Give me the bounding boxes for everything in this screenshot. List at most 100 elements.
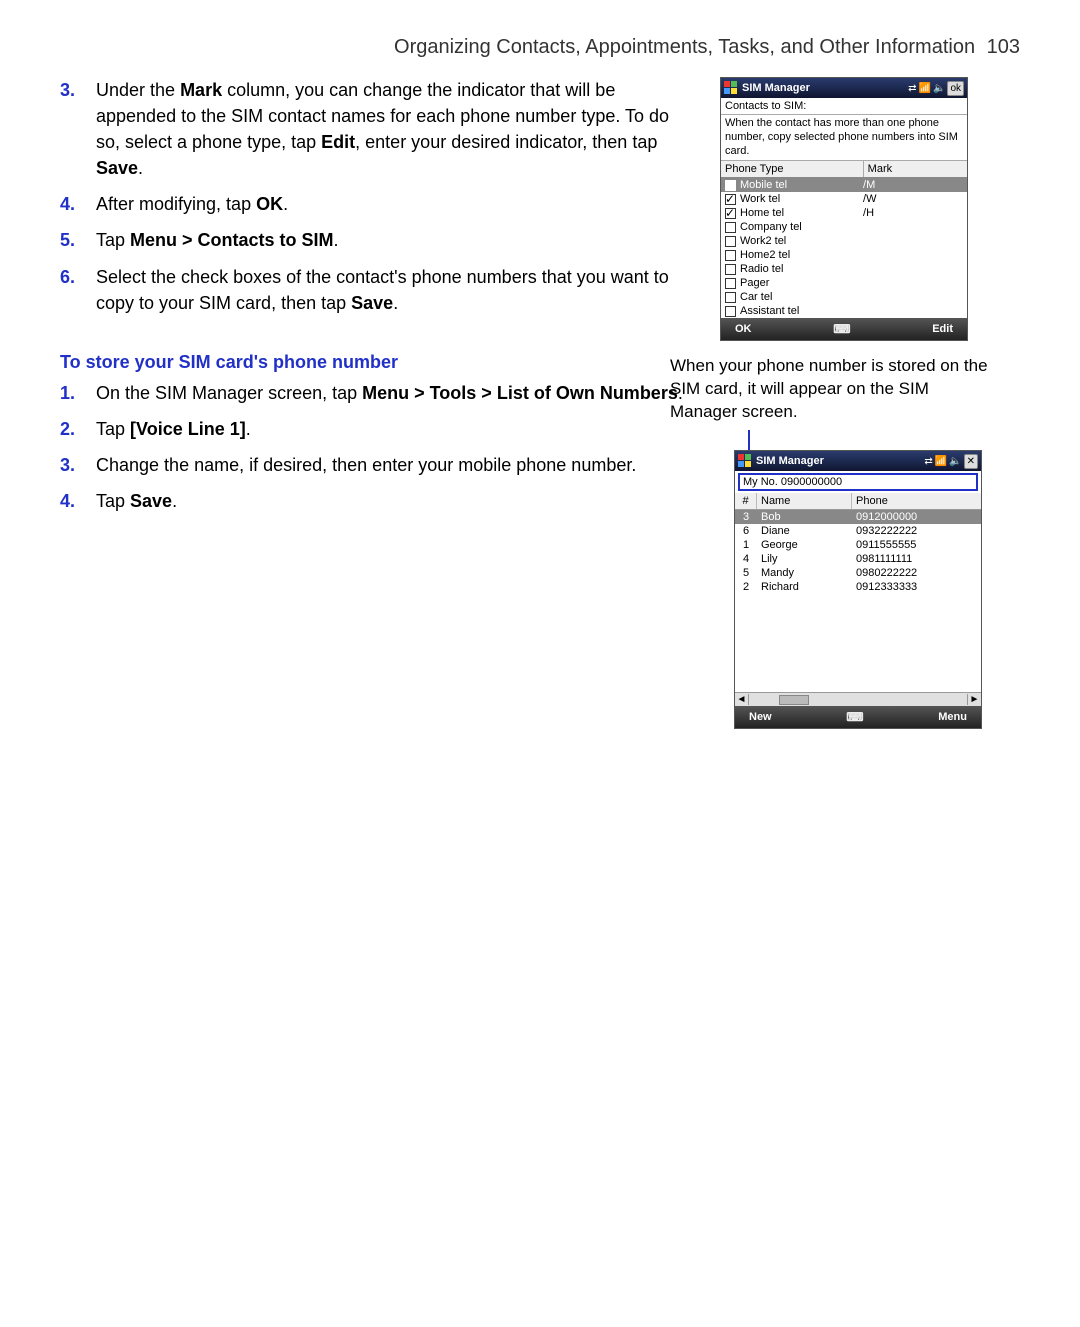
chapter-title: Organizing Contacts, Appointments, Tasks… bbox=[394, 36, 975, 58]
phone-type-label: Home tel bbox=[740, 207, 784, 219]
phone-type-row[interactable]: Mobile tel/M bbox=[721, 178, 967, 192]
checkbox[interactable] bbox=[725, 208, 736, 219]
softkey-left[interactable]: New bbox=[749, 711, 772, 723]
step-item: 5.Tap Menu > Contacts to SIM. bbox=[96, 227, 696, 253]
softkey-bar: New ⌨ Menu bbox=[735, 706, 981, 728]
windows-logo-icon bbox=[738, 454, 752, 468]
mark-value: /H bbox=[863, 207, 963, 219]
keyboard-icon[interactable]: ⌨ bbox=[833, 322, 850, 336]
phone-type-row[interactable]: Assistant tel bbox=[721, 304, 967, 318]
phone-type-label: Assistant tel bbox=[740, 305, 799, 317]
checkbox[interactable] bbox=[725, 222, 736, 233]
contact-name: Diane bbox=[757, 524, 852, 538]
contact-phone: 0981111111 bbox=[852, 552, 981, 566]
mark-value bbox=[863, 249, 963, 261]
phone-type-row[interactable]: Home tel/H bbox=[721, 206, 967, 220]
contact-name: Mandy bbox=[757, 566, 852, 580]
softkey-bar: OK ⌨ Edit bbox=[721, 318, 967, 340]
col-mark: Mark bbox=[864, 161, 967, 177]
phone-type-row[interactable]: Home2 tel bbox=[721, 248, 967, 262]
steps-list-b: 1.On the SIM Manager screen, tap Menu > … bbox=[60, 380, 696, 514]
screenshot-sim-manager-list: SIM Manager ⇄ 📶 🔈 ✕ My No. 0900000000 # … bbox=[734, 450, 982, 729]
ok-button[interactable]: ok bbox=[947, 81, 964, 96]
sync-icon: ⇄ bbox=[924, 456, 932, 467]
scroll-right-icon[interactable]: ► bbox=[967, 694, 981, 705]
titlebar: SIM Manager ⇄ 📶 🔈 ok bbox=[721, 78, 967, 98]
mark-value bbox=[863, 221, 963, 233]
checkbox[interactable] bbox=[725, 264, 736, 275]
step-item: 1.On the SIM Manager screen, tap Menu > … bbox=[96, 380, 696, 406]
scrollbar[interactable]: ◄ ► bbox=[735, 692, 981, 706]
contact-row[interactable]: 2Richard0912333333 bbox=[735, 580, 981, 594]
step-number: 4. bbox=[60, 191, 75, 217]
steps-list-a: 3.Under the Mark column, you can change … bbox=[60, 77, 696, 316]
contact-index: 4 bbox=[735, 552, 757, 566]
scroll-left-icon[interactable]: ◄ bbox=[735, 694, 749, 705]
col-name: Name bbox=[757, 493, 852, 509]
checkbox[interactable] bbox=[725, 306, 736, 317]
contact-row[interactable]: 4Lily0981111111 bbox=[735, 552, 981, 566]
contact-phone: 0911555555 bbox=[852, 538, 981, 552]
phone-type-row[interactable]: Work2 tel bbox=[721, 234, 967, 248]
speaker-icon: 🔈 bbox=[949, 456, 961, 467]
phone-type-row[interactable]: Radio tel bbox=[721, 262, 967, 276]
instruction-text: When the contact has more than one phone… bbox=[721, 115, 967, 161]
col-phone: Phone bbox=[852, 493, 981, 509]
phone-type-label: Radio tel bbox=[740, 263, 783, 275]
phone-type-row[interactable]: Work tel/W bbox=[721, 192, 967, 206]
checkbox[interactable] bbox=[725, 194, 736, 205]
own-number-field[interactable]: My No. 0900000000 bbox=[738, 473, 978, 491]
close-button[interactable]: ✕ bbox=[964, 454, 978, 469]
phone-type-label: Pager bbox=[740, 277, 769, 289]
contact-name: George bbox=[757, 538, 852, 552]
step-number: 5. bbox=[60, 227, 75, 253]
scroll-thumb[interactable] bbox=[779, 695, 809, 705]
checkbox[interactable] bbox=[725, 292, 736, 303]
contact-phone: 0912333333 bbox=[852, 580, 981, 594]
column-headers: Phone Type Mark bbox=[721, 161, 967, 178]
step-number: 3. bbox=[60, 452, 75, 478]
softkey-right[interactable]: Edit bbox=[932, 323, 953, 335]
checkbox[interactable] bbox=[725, 180, 736, 191]
phone-type-label: Car tel bbox=[740, 291, 772, 303]
contact-row[interactable]: 1George0911555555 bbox=[735, 538, 981, 552]
contact-phone: 0932222222 bbox=[852, 524, 981, 538]
screenshot-sim-manager-marks: SIM Manager ⇄ 📶 🔈 ok Contacts to SIM: Wh… bbox=[720, 77, 968, 341]
step-item: 6.Select the check boxes of the contact'… bbox=[96, 264, 696, 316]
signal-icon: 📶 bbox=[919, 83, 931, 94]
contact-row[interactable]: 3Bob0912000000 bbox=[735, 510, 981, 524]
softkey-right[interactable]: Menu bbox=[938, 711, 967, 723]
step-number: 6. bbox=[60, 264, 75, 290]
step-item: 4.Tap Save. bbox=[96, 488, 696, 514]
contact-index: 5 bbox=[735, 566, 757, 580]
contact-phone: 0912000000 bbox=[852, 510, 981, 524]
phone-type-label: Work2 tel bbox=[740, 235, 786, 247]
contact-index: 3 bbox=[735, 510, 757, 524]
contact-phone: 0980222222 bbox=[852, 566, 981, 580]
checkbox[interactable] bbox=[725, 236, 736, 247]
mark-value bbox=[863, 291, 963, 303]
step-item: 4.After modifying, tap OK. bbox=[96, 191, 696, 217]
section-title: To store your SIM card's phone number bbox=[60, 350, 696, 374]
titlebar: SIM Manager ⇄ 📶 🔈 ✕ bbox=[735, 451, 981, 471]
checkbox[interactable] bbox=[725, 278, 736, 289]
phone-type-row[interactable]: Company tel bbox=[721, 220, 967, 234]
col-phone-type: Phone Type bbox=[721, 161, 864, 177]
phone-type-row[interactable]: Car tel bbox=[721, 290, 967, 304]
contact-name: Lily bbox=[757, 552, 852, 566]
screenshot-caption: When your phone number is stored on the … bbox=[670, 355, 990, 424]
step-number: 3. bbox=[60, 77, 75, 103]
table-header: # Name Phone bbox=[735, 493, 981, 510]
keyboard-icon[interactable]: ⌨ bbox=[846, 710, 863, 724]
window-title: SIM Manager bbox=[742, 82, 904, 94]
windows-logo-icon bbox=[724, 81, 738, 95]
contact-row[interactable]: 5Mandy0980222222 bbox=[735, 566, 981, 580]
mark-value bbox=[863, 277, 963, 289]
checkbox[interactable] bbox=[725, 250, 736, 261]
signal-icon: 📶 bbox=[935, 456, 947, 467]
phone-type-label: Company tel bbox=[740, 221, 802, 233]
softkey-left[interactable]: OK bbox=[735, 323, 752, 335]
contact-row[interactable]: 6Diane0932222222 bbox=[735, 524, 981, 538]
phone-type-row[interactable]: Pager bbox=[721, 276, 967, 290]
page-number: 103 bbox=[987, 36, 1020, 58]
